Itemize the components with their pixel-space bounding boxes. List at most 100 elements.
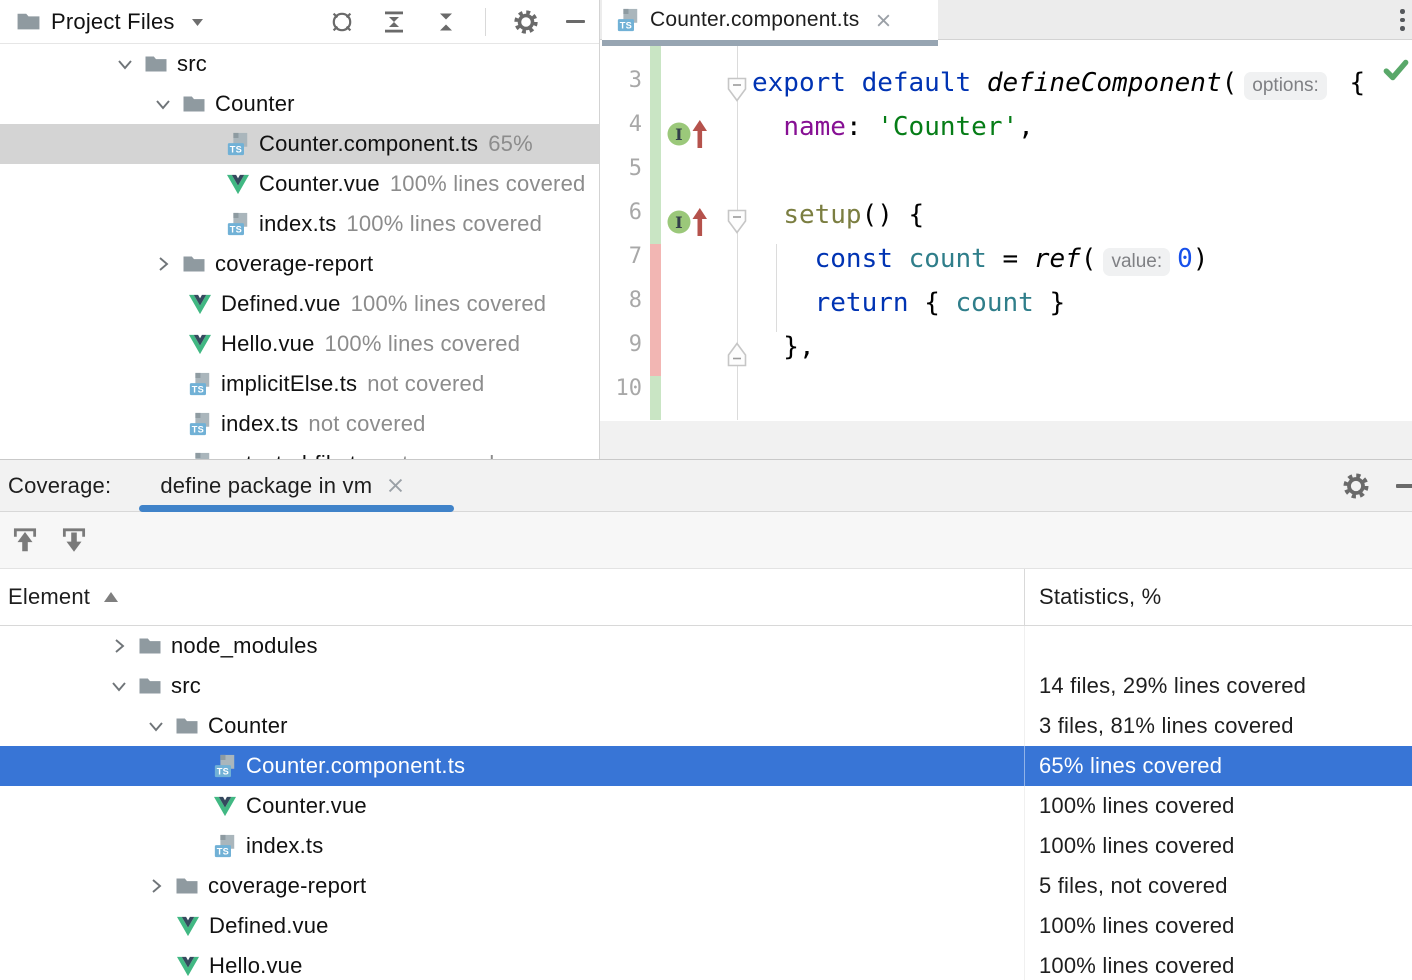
chevron-icon[interactable] [150,94,176,114]
line-number: 10 [600,376,642,401]
jump-to-first-up-icon[interactable] [10,525,40,555]
file-name: Counter.component.ts [246,753,465,779]
settings-gear-icon[interactable] [1341,471,1371,501]
coverage-strip [650,332,661,376]
file-name: Counter.vue [246,793,367,819]
coverage-suffix: 65% [488,131,533,157]
file-name: src [171,673,201,699]
code-line[interactable]: 3 export default defineComponent(options… [600,68,1412,112]
chevron-icon[interactable] [112,54,138,74]
code-token: ref [1034,244,1081,274]
coverage-suffix: 100% lines covered [346,211,542,237]
coverage-strip [650,376,661,420]
code-line[interactable]: 6 I setup() { [600,200,1412,244]
code-token: name [783,112,846,142]
close-icon[interactable] [875,12,892,29]
chevron-icon[interactable] [106,636,132,656]
tree-row[interactable]: src [0,44,599,84]
tree-row[interactable]: Hello.vue 100% lines covered [0,324,599,364]
code-line[interactable]: 5 [600,156,1412,200]
column-header-element[interactable]: Element [8,569,118,625]
code-token: 'Counter' [877,112,1018,142]
tree-row[interactable]: TS untested-file.ts not covered [0,444,599,459]
hide-panel-icon[interactable] [1396,484,1412,488]
fold-marker-icon[interactable] [727,77,747,109]
chevron-icon[interactable] [150,254,176,274]
fold-marker-icon[interactable] [727,209,747,241]
coverage-table-row[interactable]: Hello.vue 100% lines covered [0,946,1412,980]
coverage-tool-window: Coverage: define package in vm [0,459,1412,980]
code-line[interactable]: 4 I name: 'Counter', [600,112,1412,156]
code-token: } [1034,288,1065,318]
collapse-all-icon[interactable] [433,9,459,35]
hide-panel-icon[interactable] [566,20,585,23]
tree-row[interactable]: coverage-report [0,244,599,284]
column-label: Element [8,584,90,610]
tree-row[interactable]: Defined.vue 100% lines covered [0,284,599,324]
coverage-table-row[interactable]: coverage-report 5 files, not covered [0,866,1412,906]
code-token: , [1018,112,1034,142]
line-number: 9 [600,332,642,357]
code-line[interactable]: 10 [600,376,1412,420]
code-token: ( [1222,68,1238,98]
code-line[interactable]: 7 const count = ref(value:0) [600,244,1412,288]
coverage-table-row[interactable]: src 14 files, 29% lines covered [0,666,1412,706]
chevron-icon[interactable] [143,876,169,896]
code-token: ( [1081,244,1097,274]
coverage-table-row[interactable]: Defined.vue 100% lines covered [0,906,1412,946]
ts-file-icon: TS [213,754,237,778]
coverage-table-row[interactable]: node_modules [0,626,1412,666]
editor-tab[interactable]: TS Counter.component.ts [602,0,938,40]
coverage-table-row[interactable]: TS index.ts 100% lines covered [0,826,1412,866]
coverage-suite-tab[interactable]: define package in vm [139,460,454,511]
ts-file-icon: TS [188,452,212,459]
code-editor[interactable]: 2 3 export default defineComponent(optio… [600,40,1412,459]
fold-marker-icon[interactable] [727,341,747,373]
chevron-icon[interactable] [106,676,132,696]
tree-row[interactable]: TS index.ts not covered [0,404,599,444]
line-number: 5 [600,156,642,181]
ts-file-icon: TS [213,834,237,858]
project-panel-header: Project Files [0,0,599,44]
file-name: src [177,51,207,77]
project-view-title[interactable]: Project Files [51,9,175,35]
tree-row[interactable]: TS implicitElse.ts not covered [0,364,599,404]
column-header-statistics[interactable]: Statistics, % [1024,569,1412,625]
code-token: : [846,112,877,142]
file-name: Hello.vue [221,331,315,357]
gutter-marker-icon[interactable]: I [666,118,714,156]
vue-file-icon [176,955,200,977]
gutter-marker-icon[interactable]: I [666,206,714,244]
chevron-icon[interactable] [143,716,169,736]
toolbar-separator [485,8,486,36]
tree-row[interactable]: TS Counter.component.ts 65% [0,124,599,164]
tree-row[interactable]: Counter [0,84,599,124]
more-options-icon[interactable] [1400,9,1405,31]
coverage-table-row[interactable]: Counter 3 files, 81% lines covered [0,706,1412,746]
coverage-suffix: 100% lines covered [390,171,586,197]
coverage-suffix: not covered [367,371,484,397]
dropdown-arrow-icon[interactable] [191,17,204,27]
code-line[interactable]: 9 }, [600,332,1412,376]
svg-text:TS: TS [217,847,229,857]
expand-all-icon[interactable] [381,9,407,35]
close-icon[interactable] [386,476,405,495]
settings-gear-icon[interactable] [512,8,540,36]
file-name: Counter.component.ts [259,131,478,157]
coverage-table-row[interactable]: TS Counter.component.ts 65% lines covere… [0,746,1412,786]
editor-bottom-bar [600,421,1412,459]
code-line[interactable]: 8 return { count } [600,288,1412,332]
tree-row[interactable]: Counter.vue 100% lines covered [0,164,599,204]
coverage-table-body: node_modules src 14 files, 29% lines cov… [0,626,1412,980]
tree-row[interactable]: TS index.ts 100% lines covered [0,204,599,244]
inlay-hint: value: [1103,248,1170,276]
file-name: index.ts [221,411,298,437]
locate-file-icon[interactable] [329,9,355,35]
file-name: Hello.vue [209,953,303,979]
coverage-table-header: Element Statistics, % [0,569,1412,626]
inspections-ok-checkmark-icon[interactable] [1382,56,1410,90]
ts-file-icon: TS [226,212,250,236]
coverage-table-row[interactable]: Counter.vue 100% lines covered [0,786,1412,826]
jump-to-next-down-icon[interactable] [59,525,89,555]
project-tool-window: Project Files [0,0,600,459]
